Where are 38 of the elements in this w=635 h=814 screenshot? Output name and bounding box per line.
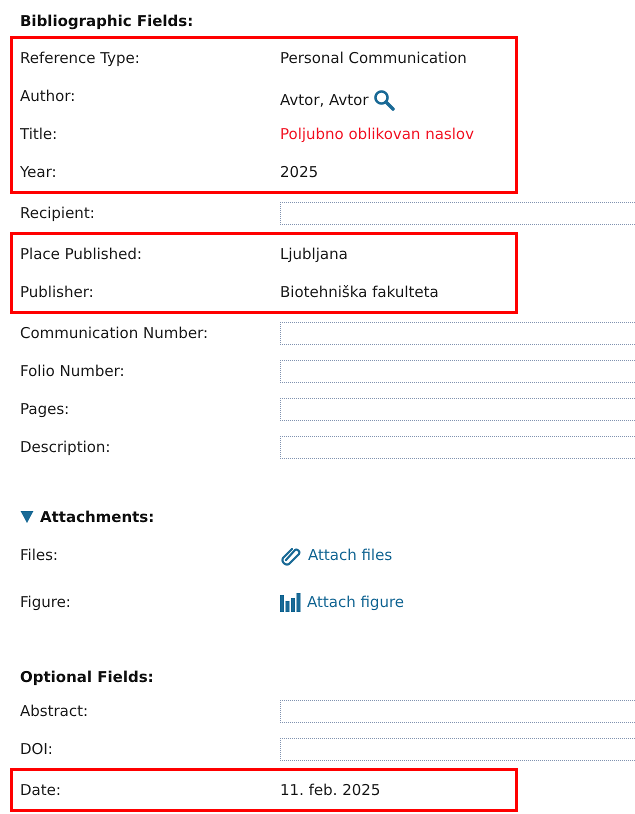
field-value: Avtor, Avtor	[280, 90, 369, 111]
field-value: Poljubno oblikovan naslov	[280, 124, 474, 145]
field-label: Date:	[20, 780, 62, 801]
field-label: Recipient:	[20, 202, 96, 224]
field-label: Files:	[20, 545, 59, 566]
section-title: Bibliographic Fields:	[19, 10, 194, 32]
field-label: Figure:	[20, 592, 72, 614]
field-label: DOI:	[20, 738, 54, 760]
input-field[interactable]	[280, 202, 635, 224]
search-icon[interactable]	[372, 89, 395, 112]
field-label: Folio Number:	[20, 360, 126, 382]
section-title: Optional Fields:	[19, 666, 155, 688]
field-label: Description:	[20, 436, 112, 458]
field-label: Pages:	[20, 398, 70, 420]
attach-link[interactable]: Attach files	[280, 544, 635, 567]
collapse-triangle-icon[interactable]	[20, 510, 34, 524]
input-field[interactable]	[280, 360, 635, 382]
attach-link[interactable]: Attach figure	[280, 591, 635, 614]
field-label: Communication Number:	[20, 322, 210, 344]
section-title: Attachments:	[40, 506, 154, 528]
field-label: Title:	[20, 124, 58, 145]
field-label: Place Published:	[20, 244, 143, 265]
field-value: 11. feb. 2025	[280, 780, 380, 801]
input-field[interactable]	[280, 738, 635, 760]
input-field[interactable]	[280, 322, 635, 344]
input-field[interactable]	[280, 398, 635, 420]
field-label: Author:	[20, 86, 76, 107]
field-value: Personal Communication	[280, 48, 467, 69]
bar-chart-icon	[280, 593, 301, 612]
field-value: Biotehniška fakulteta	[280, 282, 439, 303]
input-field[interactable]	[280, 700, 635, 722]
field-label: Reference Type:	[20, 48, 141, 69]
input-field[interactable]	[280, 436, 635, 458]
field-value: Ljubljana	[280, 244, 348, 265]
field-value: 2025	[280, 162, 318, 183]
field-label: Publisher:	[20, 282, 95, 303]
field-label: Abstract:	[20, 700, 90, 722]
field-label: Year:	[20, 162, 58, 183]
